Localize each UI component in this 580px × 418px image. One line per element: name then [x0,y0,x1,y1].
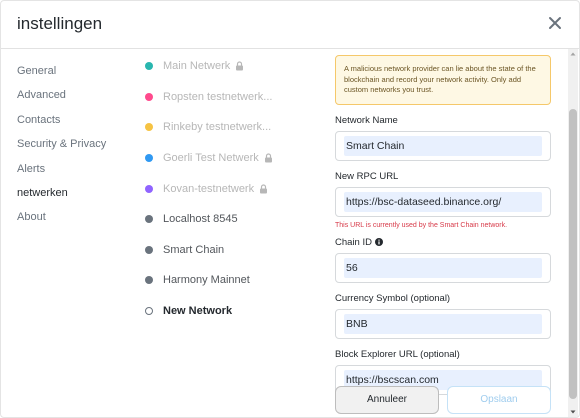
scroll-thumb[interactable] [569,109,577,399]
network-label: Rinkeby testnetwerk... [163,121,272,134]
network-form: A malicious network provider can lie abo… [335,55,551,395]
chain-id-input[interactable] [344,258,542,278]
network-item-localhost[interactable]: Localhost 8545 [141,204,331,235]
network-item-kovan[interactable]: Kovan-testnetwerk [141,173,331,204]
menu-item-about[interactable]: About [17,205,137,229]
scroll-up-arrow-icon[interactable] [568,49,578,59]
network-list: Main Netwerk Ropsten testnetwerk... Rink… [141,51,331,326]
network-label: Localhost 8545 [163,213,238,226]
lock-icon [259,184,268,194]
lock-icon [264,153,273,163]
network-name-box [335,131,551,161]
save-button[interactable]: Opslaan [447,386,551,414]
close-icon [549,17,561,29]
network-color-dot [145,245,153,254]
close-button[interactable] [547,15,563,31]
modal-header: instellingen [1,1,579,49]
menu-item-security-privacy[interactable]: Security & Privacy [17,132,137,156]
menu-item-alerts[interactable]: Alerts [17,157,137,181]
menu-item-networks[interactable]: netwerken [17,181,137,205]
form-buttons: Annuleer Opslaan [335,386,551,416]
network-color-dot [145,62,153,71]
network-item-ropsten[interactable]: Ropsten testnetwerk... [141,82,331,113]
chain-id-label-row: Chain ID [335,236,551,248]
menu-item-advanced[interactable]: Advanced [17,83,137,107]
network-label: Kovan-testnetwerk [163,182,255,195]
currency-symbol-box [335,309,551,339]
info-icon[interactable] [374,238,383,246]
menu-item-general[interactable]: General [17,59,137,83]
network-color-dot [145,92,153,101]
scroll-down-arrow-icon[interactable] [568,407,578,417]
network-item-main[interactable]: Main Netwerk [141,51,331,82]
network-name-label: Network Name [335,114,398,126]
rpc-url-box [335,187,551,217]
lock-icon [235,61,244,71]
rpc-url-label: New RPC URL [335,170,399,182]
network-hollow-dot [145,307,153,316]
network-name-input[interactable] [344,136,542,156]
network-label: Ropsten testnetwerk... [163,90,273,103]
network-color-dot [145,276,153,285]
network-label: Goerli Test Netwerk [163,152,259,165]
network-item-harmony[interactable]: Harmony Mainnet [141,265,331,296]
network-color-dot [145,154,153,163]
currency-symbol-input[interactable] [344,314,542,334]
chain-id-box [335,253,551,283]
page-title: instellingen [17,14,103,33]
chain-id-label: Chain ID [335,236,372,248]
network-label: Harmony Mainnet [163,274,250,287]
network-label: New Network [163,305,233,318]
rpc-url-input[interactable] [344,192,542,212]
network-color-dot [145,123,153,132]
settings-modal: instellingen General Advanced Contacts S… [0,0,580,418]
cancel-button[interactable]: Annuleer [335,386,439,414]
warning-box: A malicious network provider can lie abo… [335,55,551,105]
scrollbar[interactable] [568,49,578,417]
network-item-smart-chain[interactable]: Smart Chain [141,235,331,266]
settings-menu: General Advanced Contacts Security & Pri… [17,59,137,230]
network-label: Smart Chain [163,243,225,256]
menu-item-contacts[interactable]: Contacts [17,108,137,132]
network-label: Main Netwerk [163,60,231,73]
network-color-dot [145,184,153,193]
network-item-new[interactable]: New Network [141,296,331,327]
rpc-error-message: This URL is currently used by the Smart … [335,222,508,229]
network-item-rinkeby[interactable]: Rinkeby testnetwerk... [141,112,331,143]
network-item-goerli[interactable]: Goerli Test Netwerk [141,143,331,174]
currency-symbol-label: Currency Symbol (optional) [335,292,451,304]
block-explorer-label: Block Explorer URL (optional) [335,348,460,360]
network-color-dot [145,215,153,224]
